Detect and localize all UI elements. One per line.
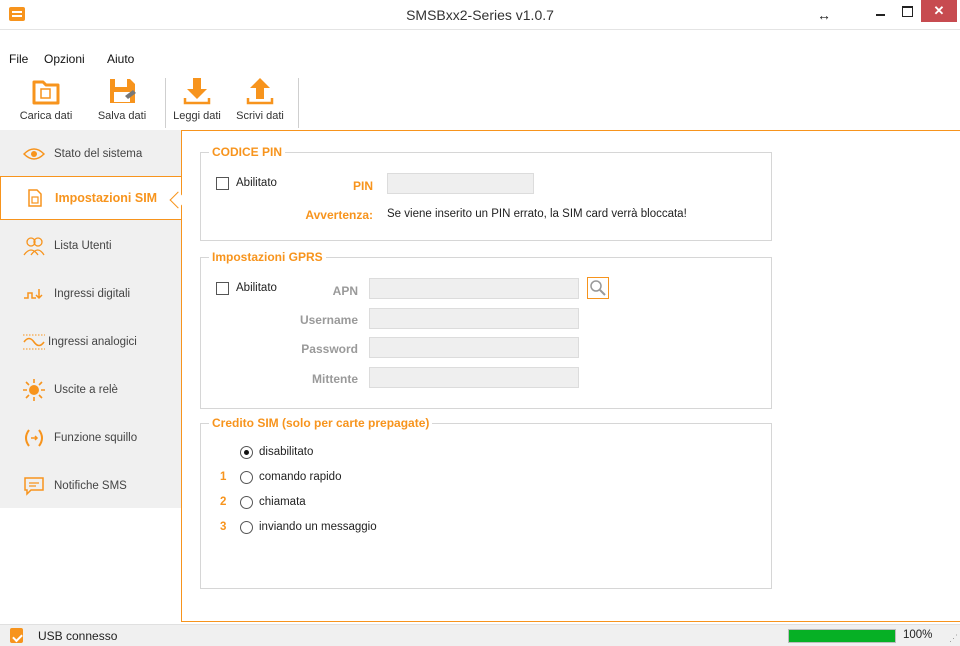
sender-label: Mittente — [312, 372, 358, 386]
credit-option-call-radio[interactable] — [240, 496, 253, 509]
credit-option-label: disabilitato — [259, 446, 314, 458]
download-arrow-icon — [183, 78, 211, 105]
menu-opzioni[interactable]: Opzioni — [44, 52, 85, 66]
apn-field[interactable] — [369, 278, 579, 299]
toolbar-separator — [165, 78, 166, 128]
gprs-enabled-label: Abilitato — [236, 282, 277, 294]
warning-text: Se viene inserito un PIN errato, la SIM … — [387, 208, 687, 220]
credit-option-message-radio[interactable] — [240, 521, 253, 534]
save-data-button[interactable]: Salva dati — [92, 74, 152, 128]
read-data-button[interactable]: Leggi dati — [167, 74, 227, 128]
sidebar-item-impostazioni-sim[interactable]: Impostazioni SIM — [0, 176, 181, 220]
load-data-button[interactable]: Carica dati — [3, 74, 89, 128]
relay-output-icon — [22, 378, 46, 402]
sidebar-item-ingressi-analogici[interactable]: Ingressi analogici — [0, 320, 181, 364]
menu-file[interactable]: File — [9, 52, 28, 66]
sender-field[interactable] — [369, 367, 579, 388]
credit-option-label: chiamata — [259, 496, 306, 508]
minimize-button[interactable] — [868, 0, 892, 22]
title-bar: SMSBxx2-Series v1.0.7 ↔ ✕ — [0, 0, 960, 30]
analog-input-icon — [22, 330, 46, 354]
pin-group: CODICE PIN Abilitato PIN Avvertenza: Se … — [200, 145, 772, 241]
pin-field[interactable] — [387, 173, 534, 194]
username-field[interactable] — [369, 308, 579, 329]
eye-icon — [22, 142, 46, 166]
maximize-button[interactable] — [895, 0, 919, 22]
credit-option-number: 1 — [220, 471, 227, 483]
floppy-disk-icon — [110, 79, 136, 103]
gprs-group: Impostazioni GPRS Abilitato APN Username… — [200, 250, 772, 409]
progress-percent: 100% — [903, 629, 933, 641]
search-icon — [590, 280, 606, 296]
sidebar-item-stato-sistema[interactable]: Stato del sistema — [0, 132, 181, 176]
progress-bar — [788, 629, 896, 643]
apn-search-button[interactable] — [587, 277, 609, 299]
menu-aiuto[interactable]: Aiuto — [107, 52, 134, 66]
sidebar-item-funzione-squillo[interactable]: Funzione squillo — [0, 416, 181, 460]
credit-option-quick-command-radio[interactable] — [240, 471, 253, 484]
status-text: USB connesso — [38, 629, 118, 643]
gprs-enabled-checkbox[interactable] — [216, 282, 229, 295]
credit-option-number: 2 — [220, 496, 227, 508]
credit-group: Credito SIM (solo per carte prepagate) d… — [200, 416, 772, 589]
progress-fill — [789, 630, 895, 642]
close-button[interactable]: ✕ — [921, 0, 957, 22]
warning-label: Avvertenza: — [305, 208, 373, 222]
gprs-group-title: Impostazioni GPRS — [209, 250, 326, 264]
pin-enabled-checkbox[interactable] — [216, 177, 229, 190]
main-panel: CODICE PIN Abilitato PIN Avvertenza: Se … — [181, 130, 960, 622]
password-field[interactable] — [369, 337, 579, 358]
credit-option-label: comando rapido — [259, 471, 342, 483]
sim-card-icon — [23, 186, 47, 210]
credit-option-disabled-radio[interactable] — [240, 446, 253, 459]
folder-icon — [32, 80, 60, 105]
sidebar-item-uscite-rele[interactable]: Uscite a relè — [0, 368, 181, 412]
resize-grip-icon[interactable]: ⋰ — [949, 633, 958, 644]
apn-label: APN — [332, 284, 358, 298]
pin-group-title: CODICE PIN — [209, 145, 286, 159]
write-data-button[interactable]: Scrivi dati — [230, 74, 290, 128]
phone-ring-icon — [22, 426, 46, 450]
upload-arrow-icon — [246, 78, 274, 105]
users-icon — [22, 234, 46, 258]
resize-icon[interactable]: ↔ — [812, 4, 836, 26]
sidebar-item-notifiche-sms[interactable]: Notifiche SMS — [0, 464, 181, 508]
sms-icon — [22, 474, 46, 498]
usb-status-icon — [10, 628, 23, 643]
sidebar-item-lista-utenti[interactable]: Lista Utenti — [0, 224, 181, 268]
credit-option-label: inviando un messaggio — [259, 521, 377, 533]
credit-option-number: 3 — [220, 521, 227, 533]
pin-enabled-label: Abilitato — [236, 177, 277, 189]
toolbar-separator — [298, 78, 299, 128]
username-label: Username — [299, 313, 358, 327]
sidebar: Stato del sistema Impostazioni SIM Lista… — [0, 130, 181, 508]
toolbar: Carica dati Salva dati Leggi dati Scrivi… — [0, 72, 960, 130]
digital-input-icon — [22, 282, 46, 306]
status-bar: USB connesso 100% ⋰ — [0, 624, 960, 646]
pin-label: PIN — [352, 179, 373, 193]
password-label: Password — [301, 342, 358, 356]
credit-group-title: Credito SIM (solo per carte prepagate) — [209, 416, 433, 430]
sidebar-item-ingressi-digitali[interactable]: Ingressi digitali — [0, 272, 181, 316]
